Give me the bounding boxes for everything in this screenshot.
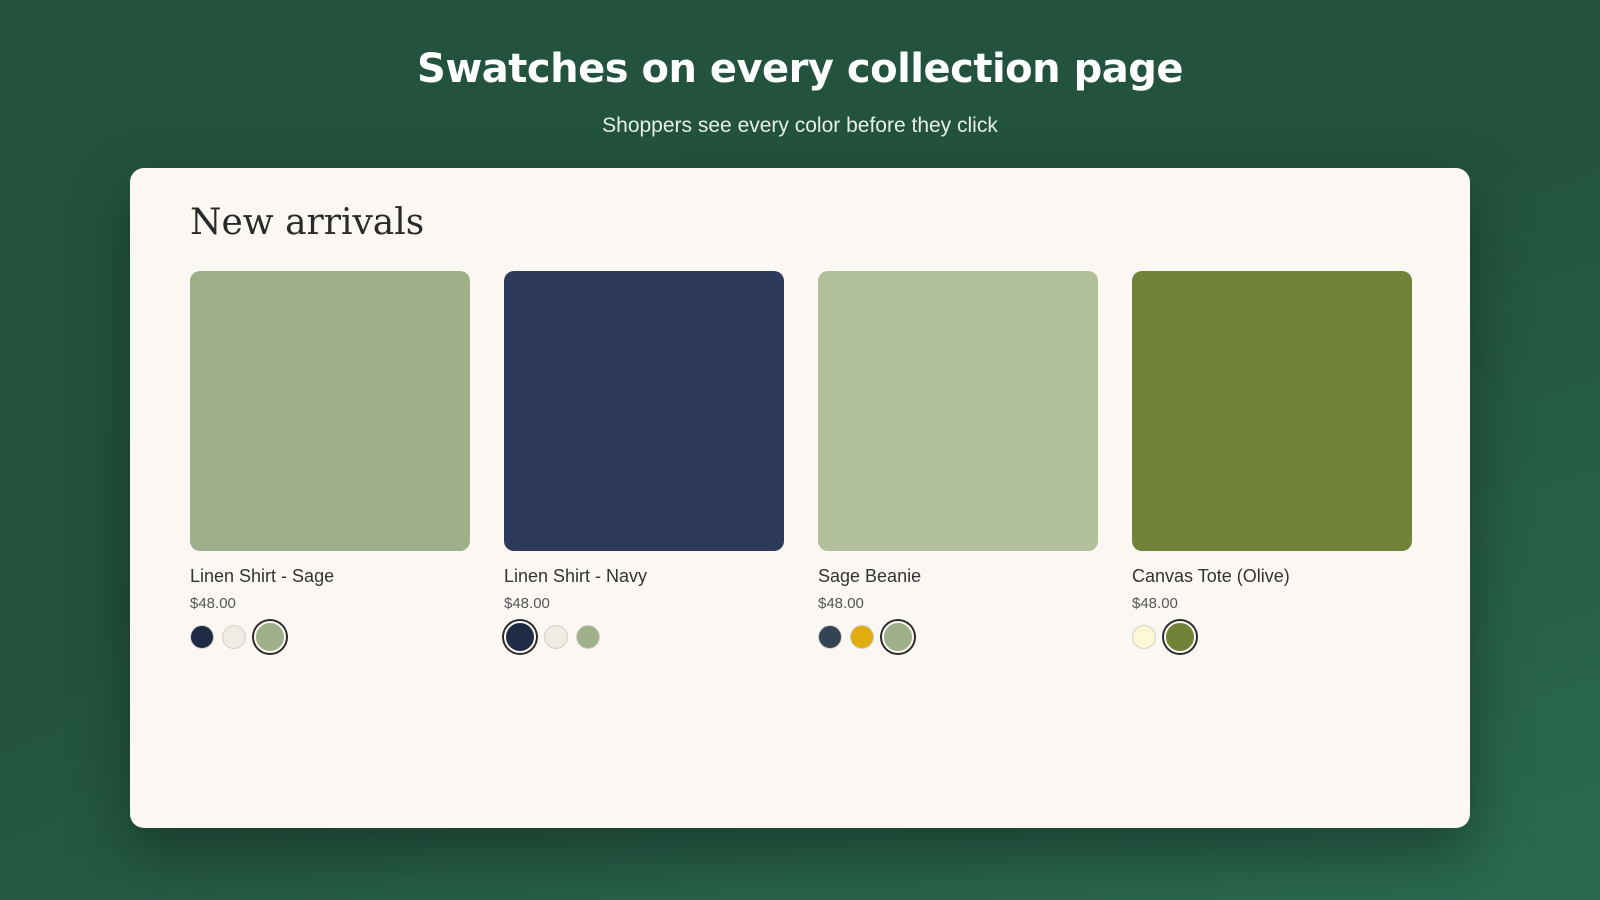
product-name[interactable]: Canvas Tote (Olive): [1132, 565, 1412, 587]
product-name[interactable]: Sage Beanie: [818, 565, 1098, 587]
hero-title: Swatches on every collection page: [417, 46, 1183, 92]
color-swatch[interactable]: [850, 625, 874, 649]
color-swatch-selected[interactable]: [1164, 621, 1196, 653]
swatch-list: [190, 621, 470, 653]
color-swatch[interactable]: [576, 625, 600, 649]
color-swatch-selected[interactable]: [504, 621, 536, 653]
color-swatch-selected[interactable]: [254, 621, 286, 653]
swatch-list: [1132, 621, 1412, 653]
hero-subtitle: Shoppers see every color before they cli…: [602, 114, 998, 137]
color-swatch[interactable]: [1132, 625, 1156, 649]
product-card[interactable]: Linen Shirt - Sage $48.00: [190, 271, 470, 653]
product-grid: Linen Shirt - Sage $48.00 Linen Shirt - …: [190, 271, 1412, 653]
product-price: $48.00: [1132, 595, 1178, 612]
product-price: $48.00: [818, 595, 864, 612]
section-title: New arrivals: [190, 202, 425, 243]
product-card[interactable]: Linen Shirt - Navy $48.00: [504, 271, 784, 653]
product-image[interactable]: [1132, 271, 1412, 551]
collection-panel: New arrivals Linen Shirt - Sage $48.00 L…: [130, 168, 1470, 828]
product-card[interactable]: Canvas Tote (Olive) $48.00: [1132, 271, 1412, 653]
product-image[interactable]: [504, 271, 784, 551]
color-swatch[interactable]: [818, 625, 842, 649]
product-name[interactable]: Linen Shirt - Navy: [504, 565, 784, 587]
product-image[interactable]: [818, 271, 1098, 551]
product-name[interactable]: Linen Shirt - Sage: [190, 565, 470, 587]
product-price: $48.00: [504, 595, 550, 612]
color-swatch-selected[interactable]: [882, 621, 914, 653]
product-card[interactable]: Sage Beanie $48.00: [818, 271, 1098, 653]
swatch-list: [818, 621, 1098, 653]
product-price: $48.00: [190, 595, 236, 612]
color-swatch[interactable]: [222, 625, 246, 649]
product-image[interactable]: [190, 271, 470, 551]
color-swatch[interactable]: [190, 625, 214, 649]
swatch-list: [504, 621, 784, 653]
color-swatch[interactable]: [544, 625, 568, 649]
